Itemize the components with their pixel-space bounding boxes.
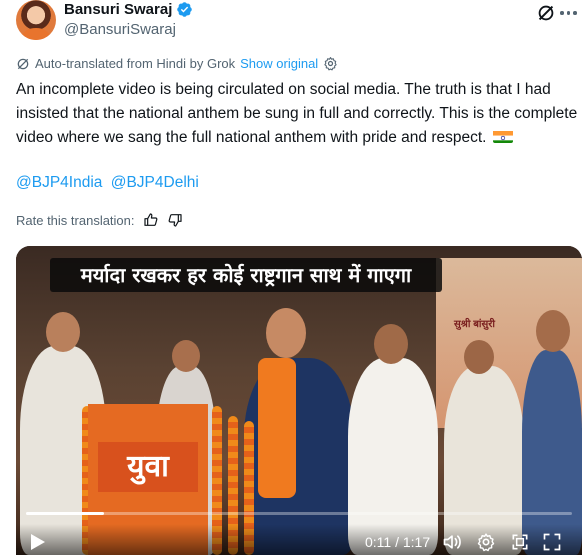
- video-caption: मर्यादा रखकर हर कोई राष्ट्रगान साथ में ग…: [80, 263, 412, 287]
- author-handle[interactable]: @BansuriSwaraj: [64, 21, 176, 38]
- author-display-name[interactable]: Bansuri Swaraj: [64, 1, 172, 18]
- video-time: 0:11 / 1:17: [365, 534, 431, 550]
- show-original-link[interactable]: Show original: [240, 56, 318, 71]
- expand-icon[interactable]: [510, 532, 530, 552]
- banner-text: सुश्री बांसुरी: [454, 319, 495, 330]
- verified-badge-icon: [177, 2, 193, 17]
- person-head: [464, 340, 494, 374]
- person-head: [46, 312, 80, 352]
- video-progress-fill: [26, 512, 105, 515]
- volume-icon[interactable]: [442, 532, 462, 552]
- mention-link[interactable]: @BJP4India: [16, 174, 102, 191]
- person-head: [536, 310, 570, 352]
- mentions: @BJP4India @BJP4Delhi: [16, 174, 203, 192]
- translation-notice-row: Auto-translated from Hindi by Grok Show …: [16, 56, 338, 71]
- translation-notice: Auto-translated from Hindi by Grok: [35, 56, 236, 71]
- rate-translation-row: Rate this translation:: [16, 212, 183, 228]
- rate-translation-label: Rate this translation:: [16, 212, 135, 228]
- video-player[interactable]: सुश्री बांसुरी युवा मर्यादा रखकर हर कोई …: [16, 246, 582, 555]
- thumbs-down-icon[interactable]: [167, 212, 183, 228]
- thumbs-up-icon[interactable]: [143, 212, 159, 228]
- person-head: [172, 340, 200, 372]
- video-controls: [16, 524, 582, 555]
- tweet-text: An incomplete video is being circulated …: [16, 78, 580, 150]
- author-avatar[interactable]: [16, 0, 56, 40]
- more-icon[interactable]: [560, 5, 578, 21]
- india-flag-emoji: [492, 129, 513, 143]
- fullscreen-icon[interactable]: [542, 532, 562, 552]
- podium-sign: युवा: [98, 442, 198, 492]
- mention-link[interactable]: @BJP4Delhi: [111, 174, 199, 191]
- person-head: [374, 324, 408, 364]
- grok-translate-icon: [17, 58, 29, 69]
- video-progress-bar[interactable]: [26, 512, 572, 515]
- author-name-row: Bansuri Swaraj: [64, 1, 193, 18]
- video-settings-icon[interactable]: [476, 532, 496, 552]
- scarf: [258, 358, 296, 498]
- settings-gear-icon[interactable]: [323, 56, 338, 71]
- grok-icon[interactable]: [535, 2, 557, 24]
- person-head: [266, 308, 306, 358]
- play-icon[interactable]: [30, 533, 46, 551]
